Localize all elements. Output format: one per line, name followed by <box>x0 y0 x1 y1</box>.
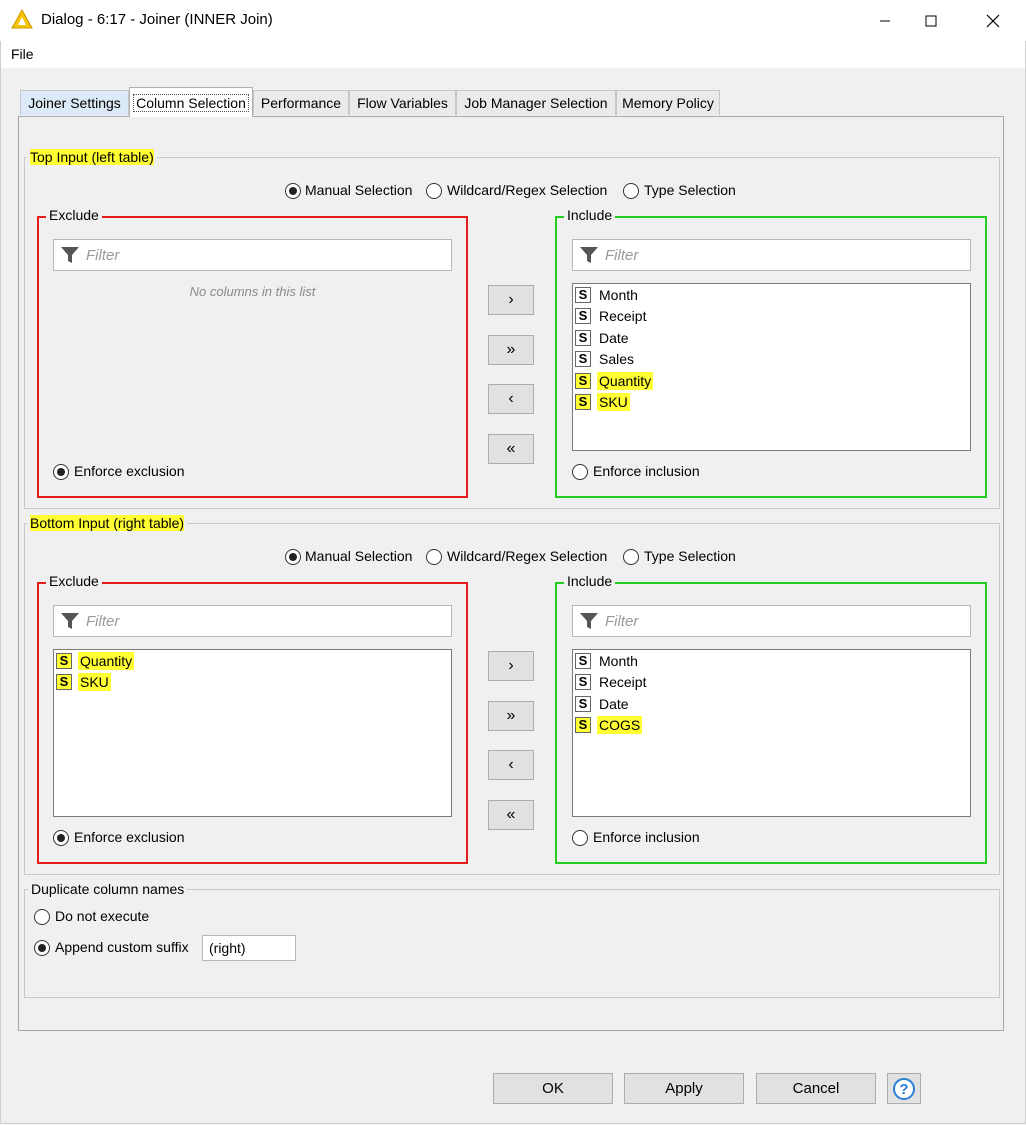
cancel-button[interactable]: Cancel <box>756 1073 876 1104</box>
knime-app-icon <box>11 8 33 32</box>
bottom-add-all-button[interactable]: » <box>488 701 534 731</box>
string-type-icon: S <box>56 673 72 690</box>
do-not-execute-label: Do not execute <box>55 908 150 924</box>
bottom-enforce-exclusion-label: Enforce exclusion <box>74 829 185 845</box>
append-suffix-radio[interactable] <box>34 940 50 956</box>
filter-placeholder: Filter <box>86 246 120 264</box>
filter-icon <box>61 247 79 263</box>
bottom-enforce-inclusion-radio[interactable] <box>572 830 588 846</box>
bottom-type-selection-radio[interactable] <box>623 549 639 565</box>
bottom-include-title: Include <box>564 573 616 589</box>
string-type-icon: S <box>575 652 591 669</box>
close-icon[interactable] <box>970 0 1016 41</box>
top-add-button[interactable]: › <box>488 285 534 315</box>
help-button[interactable]: ? <box>887 1073 921 1104</box>
top-enforce-exclusion-radio[interactable] <box>53 464 69 480</box>
filter-icon <box>580 247 598 263</box>
top-enforce-inclusion-radio[interactable] <box>572 464 588 480</box>
bottom-wildcard-radio[interactable] <box>426 549 442 565</box>
suffix-input[interactable]: (right) <box>202 935 296 961</box>
bottom-exclude-filter[interactable]: Filter <box>53 605 452 637</box>
top-include-filter[interactable]: Filter <box>572 239 971 271</box>
list-item[interactable]: S Quantity <box>56 650 135 671</box>
duplicate-columns-title: Duplicate column names <box>28 881 188 897</box>
bottom-manual-selection-radio[interactable] <box>285 549 301 565</box>
bottom-exclude-title: Exclude <box>46 573 102 589</box>
minimize-icon[interactable] <box>862 0 908 41</box>
tab-job-manager-selection[interactable]: Job Manager Selection <box>456 90 616 115</box>
top-wildcard-label: Wildcard/Regex Selection <box>447 182 608 198</box>
bottom-remove-button[interactable]: ‹ <box>488 750 534 780</box>
tab-flow-variables[interactable]: Flow Variables <box>349 90 456 115</box>
list-item[interactable]: S Month <box>575 284 640 305</box>
string-type-icon: S <box>575 286 591 303</box>
string-type-icon: S <box>575 716 591 733</box>
list-item[interactable]: S Sales <box>575 348 636 369</box>
top-exclude-filter[interactable]: Filter <box>53 239 452 271</box>
list-item[interactable]: S Receipt <box>575 305 648 326</box>
filter-placeholder: Filter <box>86 612 120 630</box>
bottom-wildcard-label: Wildcard/Regex Selection <box>447 548 608 564</box>
string-type-icon: S <box>575 393 591 410</box>
list-item[interactable]: S Date <box>575 693 631 714</box>
top-include-list[interactable]: S Month S Receipt S Date S Sales S Quantity S… <box>572 283 971 451</box>
ok-button[interactable]: OK <box>493 1073 613 1104</box>
bottom-enforce-inclusion-label: Enforce inclusion <box>593 829 700 845</box>
append-suffix-label: Append custom suffix <box>55 939 189 955</box>
filter-placeholder: Filter <box>605 612 639 630</box>
string-type-icon: S <box>575 350 591 367</box>
window-title: Dialog - 6:17 - Joiner (INNER Join) <box>41 11 273 28</box>
string-type-icon: S <box>575 673 591 690</box>
tab-joiner-settings[interactable]: Joiner Settings <box>20 90 129 115</box>
bottom-enforce-exclusion-radio[interactable] <box>53 830 69 846</box>
string-type-icon: S <box>575 329 591 346</box>
menu-bar <box>0 41 1026 68</box>
top-exclude-title: Exclude <box>46 207 102 223</box>
string-type-icon: S <box>56 652 72 669</box>
bottom-exclude-list[interactable]: S Quantity S SKU <box>53 649 452 817</box>
list-item[interactable]: S SKU <box>56 671 111 692</box>
string-type-icon: S <box>575 695 591 712</box>
tab-column-selection[interactable]: Column Selection <box>129 87 253 117</box>
list-item[interactable]: S Date <box>575 327 631 348</box>
top-manual-selection-radio[interactable] <box>285 183 301 199</box>
tab-memory-policy[interactable]: Memory Policy <box>616 90 720 115</box>
bottom-manual-selection-label: Manual Selection <box>305 548 413 564</box>
list-item[interactable]: S Month <box>575 650 640 671</box>
top-manual-selection-label: Manual Selection <box>305 182 413 198</box>
tab-performance[interactable]: Performance <box>253 90 349 115</box>
top-add-all-button[interactable]: » <box>488 335 534 365</box>
top-input-title: Top Input (left table) <box>27 149 157 165</box>
list-item[interactable]: S COGS <box>575 714 643 735</box>
top-remove-all-button[interactable]: « <box>488 434 534 464</box>
svg-text:?: ? <box>899 1081 908 1098</box>
top-remove-button[interactable]: ‹ <box>488 384 534 414</box>
apply-button[interactable]: Apply <box>624 1073 744 1104</box>
filter-icon <box>580 613 598 629</box>
bottom-input-title: Bottom Input (right table) <box>27 515 188 531</box>
top-exclude-empty-text: No columns in this list <box>189 284 316 299</box>
list-item[interactable]: S Quantity <box>575 370 654 391</box>
bottom-include-filter[interactable]: Filter <box>572 605 971 637</box>
bottom-remove-all-button[interactable]: « <box>488 800 534 830</box>
string-type-icon: S <box>575 372 591 389</box>
menu-file[interactable]: File <box>11 46 34 62</box>
filter-icon <box>61 613 79 629</box>
top-type-selection-radio[interactable] <box>623 183 639 199</box>
filter-placeholder: Filter <box>605 246 639 264</box>
top-enforce-inclusion-label: Enforce inclusion <box>593 463 700 479</box>
top-wildcard-radio[interactable] <box>426 183 442 199</box>
bottom-add-button[interactable]: › <box>488 651 534 681</box>
string-type-icon: S <box>575 307 591 324</box>
top-enforce-exclusion-label: Enforce exclusion <box>74 463 185 479</box>
list-item[interactable]: S SKU <box>575 391 630 412</box>
list-item[interactable]: S Receipt <box>575 671 648 692</box>
maximize-icon[interactable] <box>908 0 954 41</box>
bottom-include-list[interactable]: S Month S Receipt S Date S COGS <box>572 649 971 817</box>
bottom-type-selection-label: Type Selection <box>644 548 736 564</box>
top-type-selection-label: Type Selection <box>644 182 736 198</box>
top-include-title: Include <box>564 207 616 223</box>
help-icon: ? <box>893 1077 915 1100</box>
do-not-execute-radio[interactable] <box>34 909 50 925</box>
